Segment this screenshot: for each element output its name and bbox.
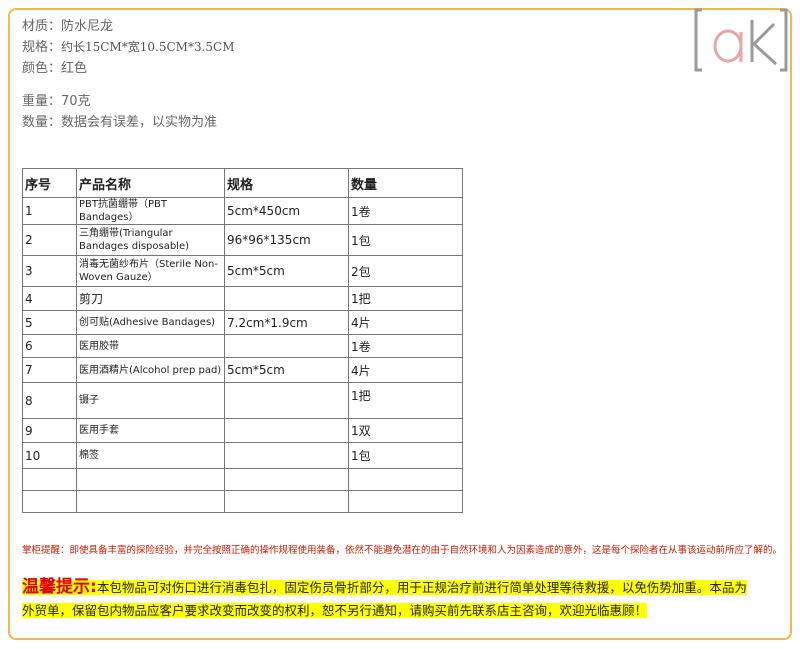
- quantity-row: 数量：数据会有误差，以实物为准: [22, 115, 218, 130]
- header-spec: 规格: [224, 168, 349, 198]
- table-row: 2 三角绷带(Triangular Bandages disposable) 9…: [22, 224, 463, 256]
- spec-list: 材质：防水尼龙 规格：约长15CM*宽10.5CM*3.5CM 颜色：红色 重量…: [22, 16, 235, 133]
- weight-row: 重量：70克: [22, 94, 91, 109]
- table-row: 6 医用胶带 1卷: [22, 334, 463, 358]
- table-row: 9 医用手套 1双: [22, 418, 463, 443]
- table-row: [22, 468, 463, 491]
- notice-line-2: 外贸单，保留包内物品应客户要求改变而改变的权利，恕不另行通知，请购买前先联系店主…: [22, 603, 648, 618]
- shopkeeper-warning: 掌柜提醒：即使具备丰富的探险经验，并完全按照正确的操作规程使用装备，依然不能避免…: [22, 545, 782, 556]
- material-row: 材质：防水尼龙: [22, 19, 114, 34]
- ak-logo: [694, 8, 788, 72]
- warm-notice: 温馨提示:本包物品可对伤口进行消毒包扎，固定伤员骨折部分，用于正规治疗前进行简单…: [22, 576, 782, 622]
- table-row: 1 PBT抗菌绷带（PBT Bandages） 5cm*450cm 1卷: [22, 197, 463, 225]
- table-row: 8 镊子 1把: [22, 382, 463, 419]
- notice-title: 温馨提示:: [22, 577, 97, 597]
- table-row: 10 棉签 1包: [22, 442, 463, 469]
- table-header-row: 序号 产品名称 规格 数量: [22, 168, 463, 198]
- table-row: 5 创可贴(Adhesive Bandages) 7.2cm*1.9cm 4片: [22, 310, 463, 335]
- color-row: 颜色：红色: [22, 61, 88, 76]
- header-name: 产品名称: [76, 168, 225, 198]
- size-row: 规格：约长15CM*宽10.5CM*3.5CM: [22, 40, 235, 55]
- table-row: 4 剪刀 1把: [22, 286, 463, 311]
- header-no: 序号: [22, 168, 77, 198]
- table-row: [22, 490, 463, 513]
- table-row: 3 消毒无菌纱布片（Sterile Non-Woven Gauze） 5cm*5…: [22, 255, 463, 287]
- table-row: 7 医用酒精片(Alcohol prep pad) 5cm*5cm 4片: [22, 357, 463, 383]
- header-qty: 数量: [348, 168, 463, 198]
- notice-line-1: 本包物品可对伤口进行消毒包扎，固定伤员骨折部分，用于正规治疗前进行简单处理等待救…: [96, 580, 747, 595]
- product-table: 序号 产品名称 规格 数量 1 PBT抗菌绷带（PBT Bandages） 5c…: [22, 168, 463, 513]
